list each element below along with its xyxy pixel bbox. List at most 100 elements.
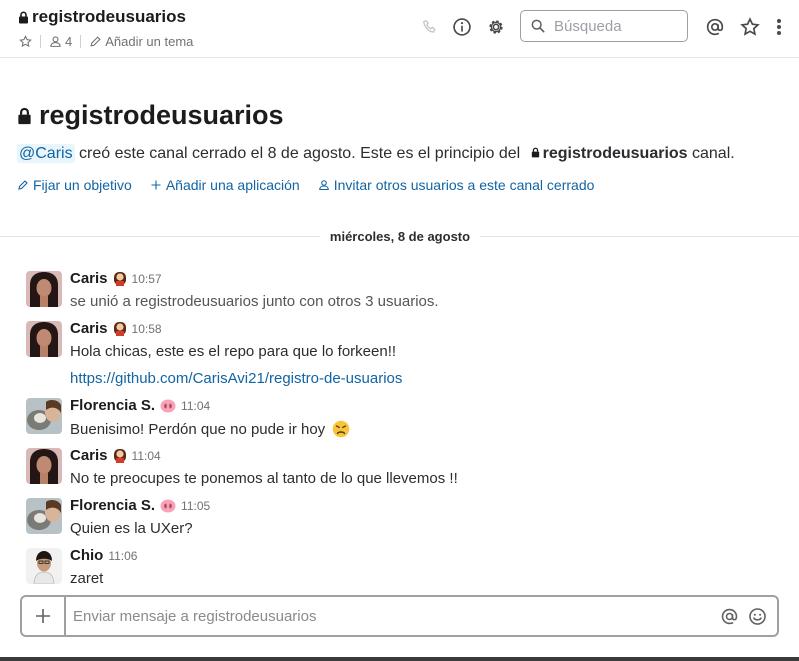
- pig-nose-emoji: [160, 399, 176, 413]
- add-app-label: Añadir una aplicación: [165, 177, 300, 193]
- window-bottom-border: [0, 657, 799, 661]
- message-header: Chio 11:06: [70, 547, 137, 564]
- star-icon: [19, 35, 32, 48]
- search-input[interactable]: [552, 16, 684, 36]
- author-name[interactable]: Florencia S.: [70, 497, 155, 514]
- message-header: Florencia S. 11:04: [70, 397, 210, 414]
- mentions-button[interactable]: [704, 15, 726, 39]
- message-header: Caris 10:58: [70, 320, 162, 337]
- person-icon: [318, 180, 329, 191]
- intro-title: registrodeusuarios: [17, 100, 284, 131]
- avatar[interactable]: [26, 321, 62, 357]
- at-sign-icon: [721, 608, 737, 624]
- lock-icon: [18, 107, 31, 124]
- avatar-chio: [26, 548, 62, 584]
- person-icon: [50, 36, 61, 47]
- pencil-icon: [18, 180, 28, 190]
- channel-settings-button[interactable]: [485, 15, 507, 39]
- woman-emoji: [113, 271, 127, 286]
- author-name[interactable]: Caris: [70, 447, 108, 464]
- message-timestamp[interactable]: 11:05: [181, 499, 210, 513]
- message-text: No te preocupes te ponemos al tanto de l…: [70, 470, 458, 487]
- search-box[interactable]: [520, 10, 688, 42]
- channel-title[interactable]: registrodeusuarios: [18, 7, 186, 27]
- avatar[interactable]: [26, 271, 62, 307]
- intro-description: @Caris creó este canal cerrado el 8 de a…: [17, 144, 735, 163]
- search-icon: [531, 19, 545, 33]
- message-header: Caris 10:57: [70, 270, 162, 287]
- intro-text-end: canal.: [687, 145, 735, 162]
- author-name[interactable]: Caris: [70, 320, 108, 337]
- info-icon: [453, 18, 471, 36]
- starred-items-button[interactable]: [739, 15, 761, 39]
- channel-meta: 4 Añadir un tema: [19, 34, 193, 49]
- channel-name: registrodeusuarios: [32, 7, 186, 26]
- channel-info-button[interactable]: [451, 15, 473, 39]
- plus-icon: [151, 180, 161, 190]
- avatar-florencia: [26, 498, 62, 534]
- set-purpose-label: Fijar un objetivo: [33, 177, 132, 193]
- avatar[interactable]: [26, 548, 62, 584]
- message-text: se unió a registrodeusuarios junto con o…: [70, 293, 439, 310]
- author-name[interactable]: Caris: [70, 270, 108, 287]
- member-count: 4: [65, 34, 73, 49]
- message-text: Hola chicas, este es el repo para que lo…: [70, 343, 397, 360]
- add-topic-button[interactable]: Añadir un tema: [89, 34, 193, 49]
- channel-header: registrodeusuarios 4 Añadir un tema: [0, 0, 799, 58]
- message-link[interactable]: https://github.com/CarisAvi21/registro-d…: [70, 370, 402, 387]
- attach-button[interactable]: [22, 597, 66, 635]
- avatar-caris: [26, 271, 62, 307]
- date-divider[interactable]: miércoles, 8 de agosto: [320, 227, 480, 247]
- message-timestamp[interactable]: 10:58: [132, 322, 162, 336]
- star-icon: [740, 17, 760, 36]
- message-timestamp[interactable]: 11:04: [132, 449, 161, 463]
- pencil-icon: [90, 36, 101, 47]
- phone-icon: [422, 19, 436, 33]
- intro-channel-name: registrodeusuarios: [39, 100, 284, 130]
- persevering-face-emoji: [333, 420, 350, 438]
- star-channel-button[interactable]: [19, 35, 32, 48]
- members-button[interactable]: 4: [49, 34, 72, 49]
- avatar[interactable]: [26, 498, 62, 534]
- emoji-button[interactable]: [743, 597, 771, 635]
- add-topic-label: Añadir un tema: [105, 34, 194, 49]
- message-input[interactable]: [66, 597, 715, 635]
- lock-icon: [531, 147, 539, 158]
- avatar-caris: [26, 321, 62, 357]
- message-header: Florencia S. 11:05: [70, 497, 210, 514]
- author-name[interactable]: Florencia S.: [70, 397, 155, 414]
- set-purpose-button[interactable]: Fijar un objetivo: [17, 177, 132, 193]
- avatar-florencia: [26, 398, 62, 434]
- message-timestamp[interactable]: 10:57: [132, 272, 162, 286]
- avatar[interactable]: [26, 448, 62, 484]
- intro-channel-link[interactable]: registrodeusuarios: [543, 145, 688, 162]
- intro-actions: Fijar un objetivo Añadir una aplicación …: [17, 177, 612, 193]
- mention-button[interactable]: [715, 597, 743, 635]
- message-text: zaret: [70, 570, 104, 587]
- more-options-button[interactable]: [768, 15, 790, 39]
- plus-icon: [36, 609, 50, 623]
- message-timestamp[interactable]: 11:06: [108, 549, 137, 563]
- at-sign-icon: [706, 18, 724, 36]
- invite-users-label: Invitar otros usuarios a este canal cerr…: [333, 177, 595, 193]
- user-mention[interactable]: @Caris: [17, 144, 75, 163]
- message-composer: [20, 595, 779, 637]
- invite-users-button[interactable]: Invitar otros usuarios a este canal cerr…: [318, 177, 595, 193]
- author-name[interactable]: Chio: [70, 547, 103, 564]
- woman-emoji: [113, 321, 127, 336]
- kebab-menu-icon: [777, 19, 781, 35]
- avatar[interactable]: [26, 398, 62, 434]
- message-header: Caris 11:04: [70, 447, 161, 464]
- pig-nose-emoji: [160, 499, 176, 513]
- call-button[interactable]: [419, 15, 441, 39]
- message-timestamp[interactable]: 11:04: [181, 399, 210, 413]
- message-text: Buenisimo! Perdón que no pude ir hoy: [70, 420, 350, 438]
- message-text-content: Buenisimo! Perdón que no pude ir hoy: [70, 421, 326, 438]
- smiley-icon: [748, 607, 766, 625]
- add-app-button[interactable]: Añadir una aplicación: [150, 177, 300, 193]
- woman-emoji: [113, 448, 127, 463]
- avatar-caris: [26, 448, 62, 484]
- lock-icon: [19, 11, 28, 23]
- gear-icon: [489, 20, 503, 34]
- message-text: Quien es la UXer?: [70, 520, 193, 537]
